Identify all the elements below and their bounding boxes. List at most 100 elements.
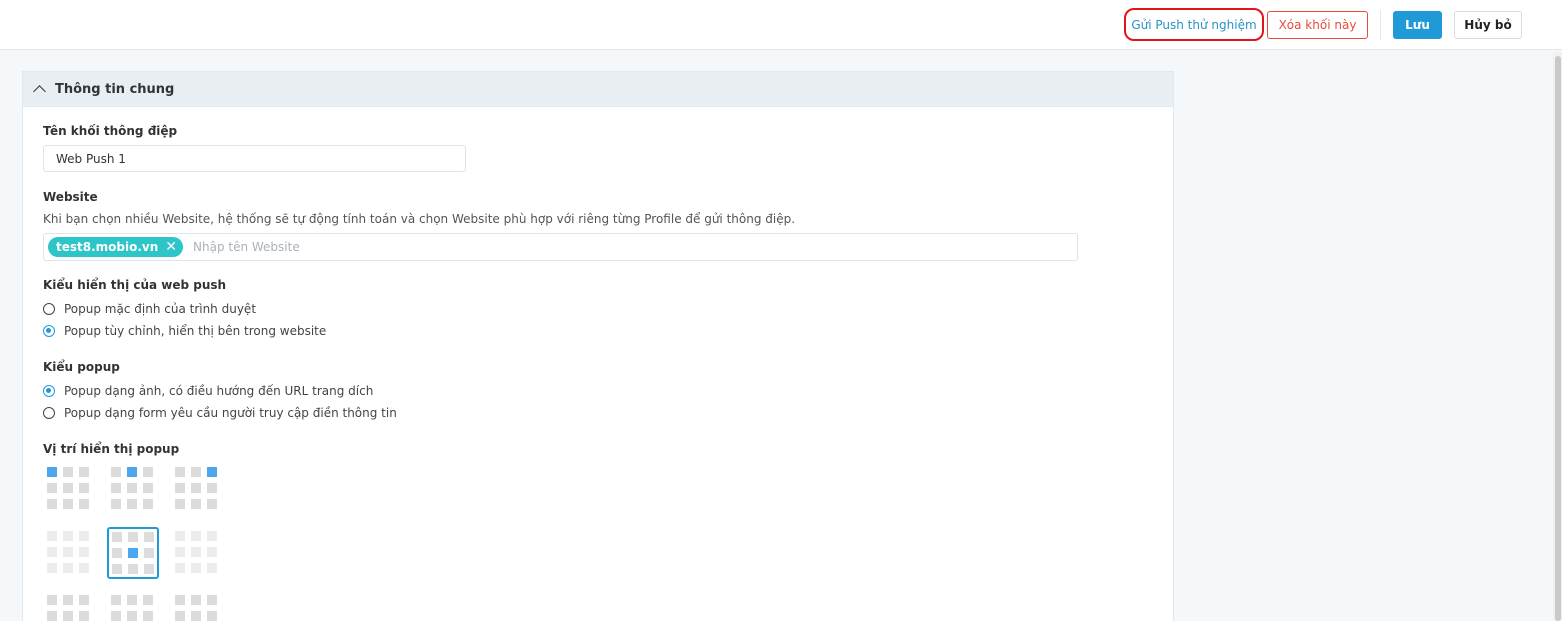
position-center[interactable] — [107, 527, 159, 579]
position-grid-square — [175, 499, 185, 509]
radio-icon[interactable] — [43, 407, 55, 419]
position-grid-square — [127, 611, 137, 621]
position-grid-square — [191, 531, 201, 541]
position-grid-square — [79, 595, 89, 605]
position-marker — [47, 467, 57, 477]
position-grid-square — [191, 499, 201, 509]
position-grid-square — [47, 547, 57, 557]
position-grid-square — [63, 467, 73, 477]
position-grid-square — [128, 564, 138, 574]
position-grid-square — [127, 483, 137, 493]
position-grid-square — [79, 467, 89, 477]
position-grid-square — [63, 483, 73, 493]
position-grid-square — [111, 483, 121, 493]
radio-checked-icon[interactable] — [43, 385, 55, 397]
position-grid-square — [175, 467, 185, 477]
display-option-custom[interactable]: Popup tùy chỉnh, hiển thị bên trong webs… — [43, 324, 326, 338]
display-option-label: Popup mặc định của trình duyệt — [64, 302, 257, 316]
position-bottom-right[interactable] — [171, 591, 219, 621]
position-middle-left[interactable] — [43, 527, 91, 575]
position-grid-square — [144, 548, 154, 558]
delete-block-button[interactable]: Xóa khối này — [1267, 11, 1368, 39]
save-button[interactable]: Lưu — [1393, 11, 1442, 39]
position-grid-square — [79, 483, 89, 493]
position-grid-square — [191, 483, 201, 493]
position-grid-square — [111, 611, 121, 621]
position-grid-square — [207, 483, 217, 493]
position-grid-square — [63, 563, 73, 573]
position-marker — [207, 467, 217, 477]
remove-tag-icon[interactable]: ✕ — [165, 240, 177, 254]
top-toolbar: Gửi Push thử nghiệm Xóa khối này Lưu Hủy… — [0, 0, 1562, 50]
position-grid-square — [112, 532, 122, 542]
toolbar-divider — [1380, 10, 1381, 40]
position-grid-square — [79, 563, 89, 573]
send-test-push-button[interactable]: Gửi Push thử nghiệm — [1124, 8, 1264, 41]
position-grid-square — [175, 531, 185, 541]
position-grid-square — [143, 467, 153, 477]
position-grid-square — [111, 467, 121, 477]
position-grid-square — [47, 563, 57, 573]
position-grid-square — [111, 595, 121, 605]
position-grid-square — [207, 611, 217, 621]
position-grid-square — [175, 483, 185, 493]
website-label: Website — [43, 190, 98, 204]
position-grid-square — [191, 547, 201, 557]
popup-option-form[interactable]: Popup dạng form yêu cầu người truy cập đ… — [43, 406, 397, 420]
position-grid-square — [175, 563, 185, 573]
position-middle-right[interactable] — [171, 527, 219, 575]
position-top-left[interactable] — [43, 463, 91, 511]
position-grid-square — [207, 595, 217, 605]
position-grid-square — [143, 499, 153, 509]
position-grid-square — [127, 499, 137, 509]
position-grid-square — [191, 563, 201, 573]
position-grid-square — [127, 595, 137, 605]
position-grid-square — [79, 611, 89, 621]
position-grid-square — [112, 548, 122, 558]
message-name-input[interactable]: Web Push 1 — [43, 145, 466, 172]
position-grid-square — [111, 499, 121, 509]
website-tag-label: test8.mobio.vn — [56, 240, 159, 254]
position-grid-square — [128, 532, 138, 542]
position-grid-square — [144, 564, 154, 574]
position-grid-square — [144, 532, 154, 542]
website-search-input[interactable]: Nhập tên Website — [193, 240, 300, 254]
message-name-value: Web Push 1 — [56, 151, 126, 166]
position-grid-square — [79, 499, 89, 509]
popup-type-label: Kiểu popup — [43, 360, 120, 374]
position-grid-square — [207, 563, 217, 573]
position-grid-square — [207, 531, 217, 541]
position-grid-square — [47, 531, 57, 541]
popup-position-label: Vị trí hiển thị popup — [43, 442, 180, 456]
position-grid-square — [63, 547, 73, 557]
popup-option-image[interactable]: Popup dạng ảnh, có điều hướng đến URL tr… — [43, 384, 373, 398]
panel-header[interactable]: Thông tin chung — [23, 72, 1173, 107]
chevron-up-icon[interactable] — [33, 85, 46, 98]
website-select[interactable]: test8.mobio.vn ✕ Nhập tên Website — [43, 233, 1078, 261]
position-grid-square — [79, 531, 89, 541]
display-option-browser[interactable]: Popup mặc định của trình duyệt — [43, 302, 256, 316]
position-grid-square — [191, 467, 201, 477]
position-bottom-center[interactable] — [107, 591, 155, 621]
position-bottom-left[interactable] — [43, 591, 91, 621]
scrollbar-thumb[interactable] — [1555, 56, 1561, 621]
position-grid-square — [191, 595, 201, 605]
radio-icon[interactable] — [43, 303, 55, 315]
position-grid-square — [47, 611, 57, 621]
position-grid-square — [207, 547, 217, 557]
position-grid-square — [47, 595, 57, 605]
position-grid-square — [63, 595, 73, 605]
popup-option-label: Popup dạng form yêu cầu người truy cập đ… — [64, 406, 397, 420]
position-top-center[interactable] — [107, 463, 155, 511]
position-grid-square — [175, 611, 185, 621]
display-option-label: Popup tùy chỉnh, hiển thị bên trong webs… — [64, 324, 327, 338]
position-grid-square — [63, 611, 73, 621]
position-marker — [127, 467, 137, 477]
cancel-button[interactable]: Hủy bỏ — [1454, 11, 1522, 39]
radio-checked-icon[interactable] — [43, 325, 55, 337]
position-grid-square — [143, 611, 153, 621]
position-grid-square — [47, 499, 57, 509]
position-top-right[interactable] — [171, 463, 219, 511]
position-grid-square — [143, 595, 153, 605]
display-type-label: Kiểu hiển thị của web push — [43, 278, 227, 292]
